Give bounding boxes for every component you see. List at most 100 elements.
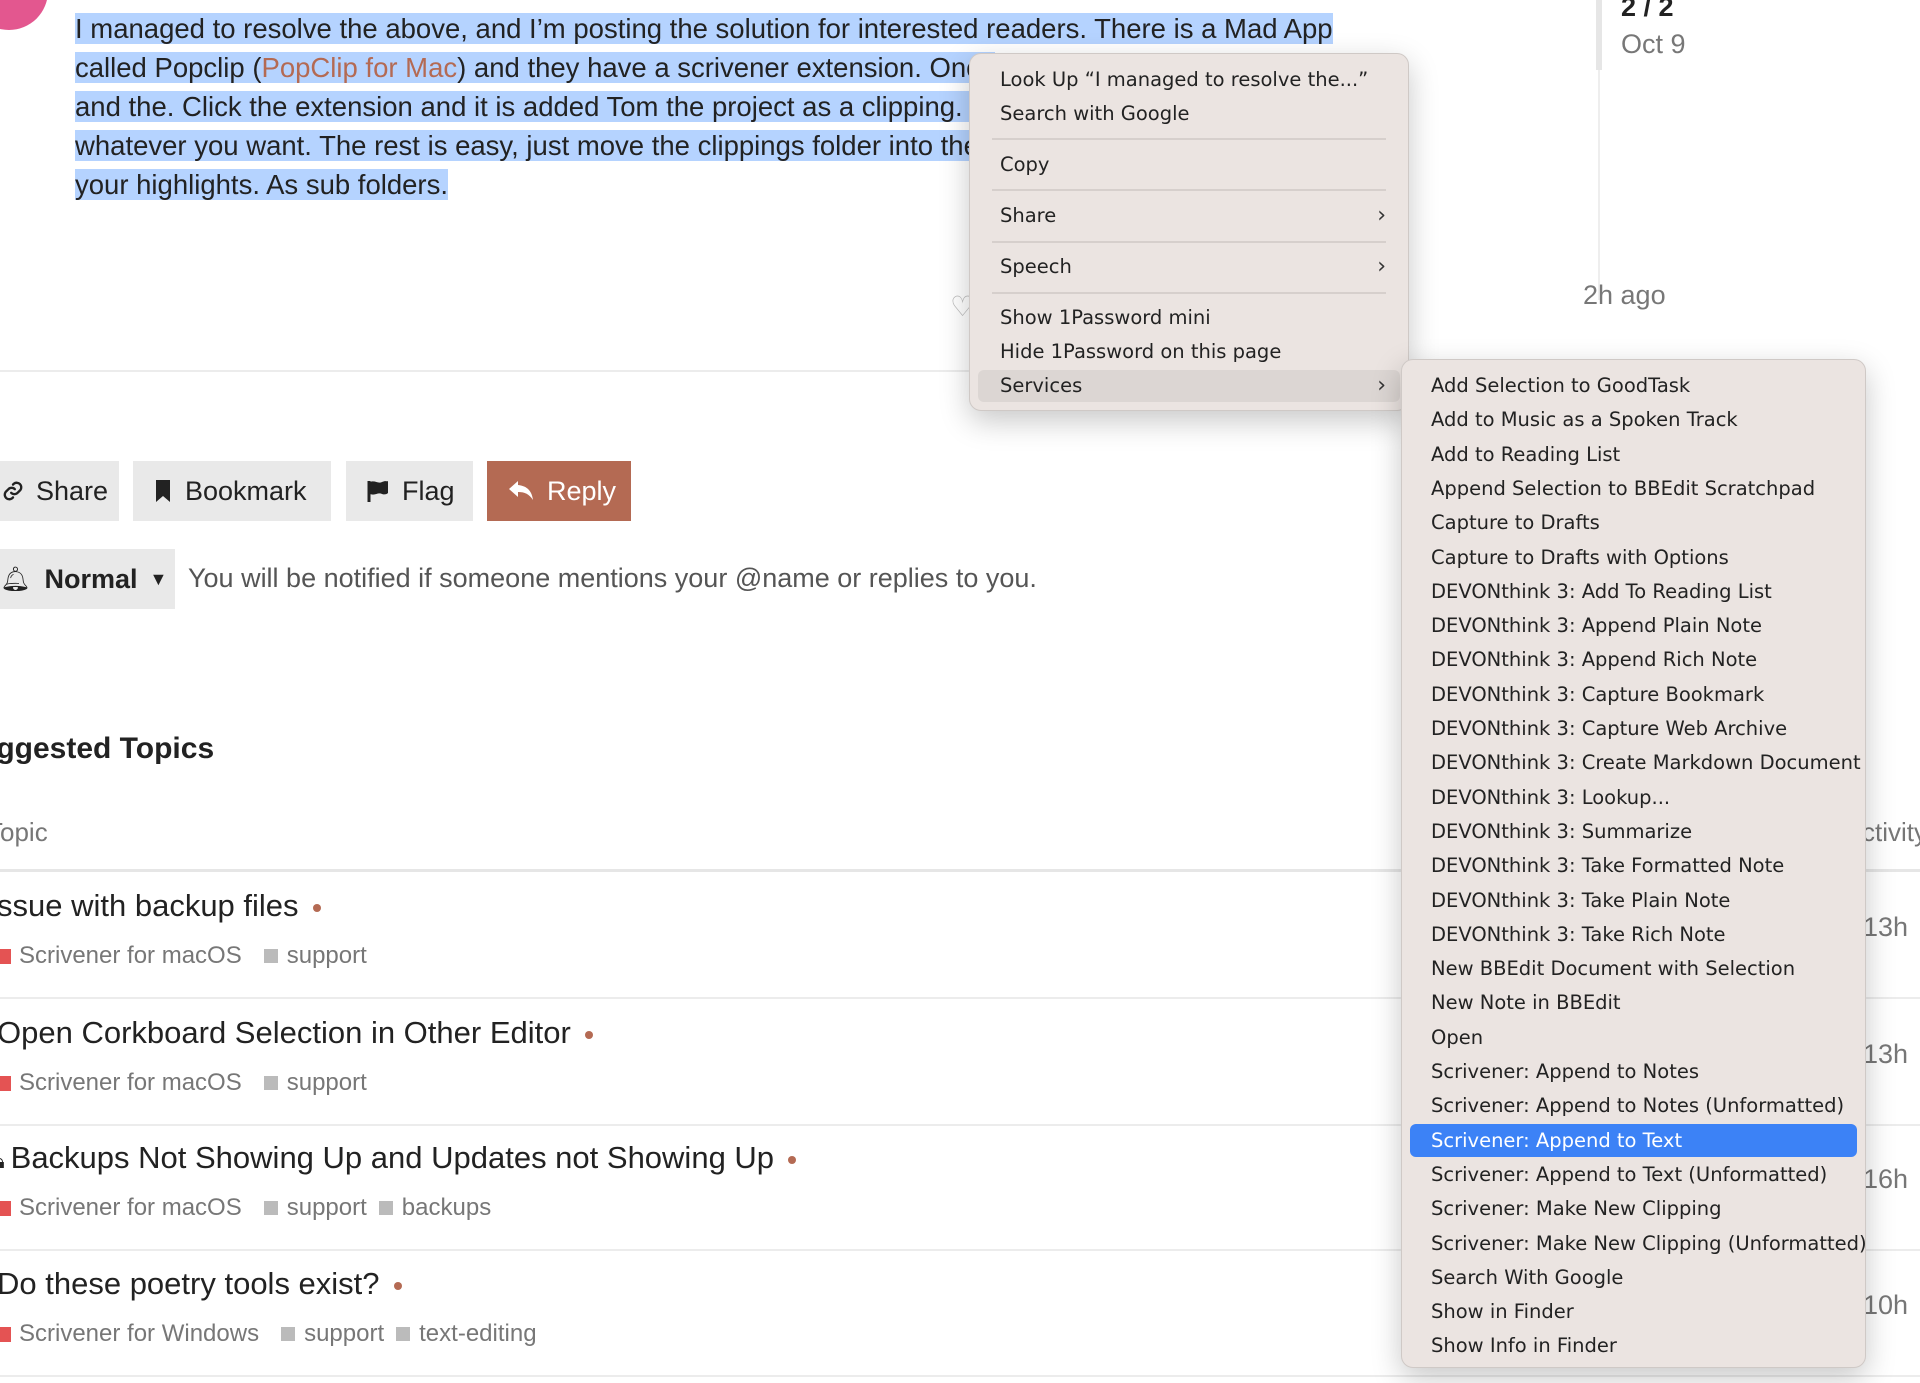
reply-icon [507, 479, 535, 503]
services-item[interactable]: Scrivener: Make New Clipping (Unformatte… [1410, 1227, 1867, 1260]
services-item[interactable]: Add Selection to GoodTask [1410, 369, 1857, 402]
topic-tag[interactable]: backups [402, 1194, 491, 1222]
bookmark-label: Bookmark [185, 475, 307, 506]
topic-title[interactable]: Do these poetry tools exist? [0, 1266, 402, 1302]
topic-category[interactable]: Scrivener for macOS [19, 1194, 242, 1222]
menu-separator [992, 241, 1386, 243]
unread-dot [584, 1030, 593, 1039]
post-line-5: your highlights. As sub folders. [75, 169, 448, 200]
topic-category[interactable]: Scrivener for macOS [19, 1069, 242, 1097]
menu-item-look-up[interactable]: Look Up “I managed to resolve the...” [978, 64, 1400, 96]
topic-category[interactable]: Scrivener for Windows [19, 1320, 259, 1348]
menu-item-copy[interactable]: Copy [978, 149, 1400, 181]
services-item[interactable]: Scrivener: Append to Text [1410, 1123, 1857, 1157]
notification-level-dropdown[interactable]: 🔔︎ Normal ▼ [0, 549, 175, 609]
topic-title[interactable]: Open Corkboard Selection in Other Editor [0, 1015, 593, 1051]
topic-meta: Scrivener for macOS support [0, 1069, 367, 1097]
services-item[interactable]: DEVONthink 3: Capture Bookmark [1410, 678, 1857, 711]
services-submenu: Add Selection to GoodTask Add to Music as… [1401, 359, 1867, 1368]
chevron-right-icon: › [1377, 373, 1386, 398]
post-line-4: whatever you want. The rest is easy, jus… [75, 130, 1002, 161]
category-color-badge [0, 1200, 11, 1216]
suggested-topics-heading: uggested Topics [0, 732, 215, 765]
menu-separator [992, 189, 1386, 191]
services-item[interactable]: Add to Reading List [1410, 438, 1857, 471]
services-item[interactable]: DEVONthink 3: Add To Reading List [1410, 575, 1857, 608]
services-item[interactable]: Scrivener: Append to Text (Unformatted) [1410, 1158, 1857, 1191]
topic-activity[interactable]: 13h [1863, 912, 1908, 943]
timeline-scroller[interactable] [1596, 0, 1602, 70]
topic-tag[interactable]: support [287, 1069, 367, 1097]
services-item[interactable]: DEVONthink 3: Capture Web Archive [1410, 712, 1857, 745]
services-item[interactable]: Capture to Drafts with Options [1410, 541, 1857, 574]
menu-item-share[interactable]: Share › [978, 200, 1400, 232]
timeline-date[interactable]: Oct 9 [1621, 29, 1686, 60]
services-item[interactable]: Capture to Drafts [1410, 506, 1857, 539]
menu-item-services[interactable]: Services › [978, 370, 1400, 402]
topic-activity[interactable]: 13h [1863, 1039, 1908, 1070]
caret-down-icon: ▼ [149, 568, 168, 589]
column-header-topic[interactable]: Topic [0, 817, 48, 848]
services-item[interactable]: Show Info in Finder [1410, 1329, 1857, 1362]
tag-icon [378, 1201, 393, 1215]
services-item[interactable]: Show in Finder [1410, 1295, 1857, 1328]
menu-item-search-google[interactable]: Search with Google [978, 98, 1400, 130]
topic-tag[interactable]: support [287, 942, 367, 970]
topic-tag[interactable]: support [287, 1194, 367, 1222]
topic-meta: Scrivener for macOS support [0, 942, 367, 970]
topic-title[interactable]: ssue with backup files [0, 888, 321, 924]
column-header-activity[interactable]: ctivity [1862, 817, 1920, 848]
services-item[interactable]: DEVONthink 3: Summarize [1410, 815, 1857, 848]
services-item[interactable]: DEVONthink 3: Take Formatted Note [1410, 849, 1857, 882]
lock-icon: 🔒︎ [0, 1151, 5, 1173]
bookmark-icon [153, 479, 173, 503]
services-item[interactable]: DEVONthink 3: Append Plain Note [1410, 609, 1857, 642]
services-item[interactable]: New BBEdit Document with Selection [1410, 952, 1857, 985]
avatar[interactable] [0, 0, 48, 30]
tag-icon [396, 1327, 411, 1341]
flag-icon [366, 479, 390, 503]
services-item[interactable]: Append Selection to BBEdit Scratchpad [1410, 472, 1857, 505]
flag-button[interactable]: Flag [346, 461, 473, 521]
unread-dot [788, 1155, 797, 1164]
timeline-ago[interactable]: 2h ago [1583, 280, 1666, 311]
topic-title[interactable]: 🔒︎Backups Not Showing Up and Updates not… [0, 1140, 797, 1176]
unread-dot [393, 1281, 402, 1290]
services-item[interactable]: DEVONthink 3: Create Markdown Document [1410, 746, 1861, 779]
menu-item-show-1password[interactable]: Show 1Password mini [978, 302, 1400, 334]
bookmark-button[interactable]: Bookmark [133, 461, 331, 521]
services-item[interactable]: DEVONthink 3: Lookup... [1410, 781, 1857, 814]
reply-button[interactable]: Reply [487, 461, 631, 521]
services-item[interactable]: Scrivener: Make New Clipping [1410, 1192, 1857, 1225]
popclip-link[interactable]: PopClip for Mac [261, 52, 458, 83]
menu-item-hide-1password[interactable]: Hide 1Password on this page [978, 336, 1400, 368]
topic-tag[interactable]: text-editing [419, 1320, 536, 1348]
notification-level: Normal [44, 563, 138, 594]
share-label: Share [36, 475, 109, 506]
services-item[interactable]: Scrivener: Append to Notes [1410, 1055, 1857, 1088]
post-line-3: and the. Click the extension and it is a… [75, 91, 1001, 122]
services-item[interactable]: DEVONthink 3: Append Rich Note [1410, 643, 1857, 676]
services-item[interactable]: DEVONthink 3: Take Plain Note [1410, 884, 1857, 917]
tag-icon [263, 949, 278, 963]
category-color-badge [0, 948, 11, 964]
topic-activity[interactable]: 16h [1863, 1164, 1908, 1195]
services-item[interactable]: Scrivener: Append to Notes (Unformatted) [1410, 1089, 1857, 1122]
services-item[interactable]: Open [1410, 1021, 1857, 1054]
post-line-1: I managed to resolve the above, and I’m … [75, 13, 1333, 44]
services-item[interactable]: Add to Music as a Spoken Track [1410, 403, 1857, 436]
bell-icon: 🔔︎ [0, 565, 31, 593]
topic-tag[interactable]: support [304, 1320, 384, 1348]
category-color-badge [0, 1326, 11, 1342]
services-item[interactable]: New Note in BBEdit [1410, 986, 1857, 1019]
menu-item-speech[interactable]: Speech › [978, 251, 1400, 283]
link-icon [2, 480, 24, 502]
timeline-track [1598, 70, 1600, 300]
services-item[interactable]: Search With Google [1410, 1261, 1857, 1294]
services-item[interactable]: DEVONthink 3: Take Rich Note [1410, 918, 1857, 951]
category-color-badge [0, 1075, 11, 1091]
topic-category[interactable]: Scrivener for macOS [19, 942, 242, 970]
share-button[interactable]: Share [0, 461, 119, 521]
topic-activity[interactable]: 10h [1863, 1290, 1908, 1321]
menu-separator [992, 138, 1386, 140]
